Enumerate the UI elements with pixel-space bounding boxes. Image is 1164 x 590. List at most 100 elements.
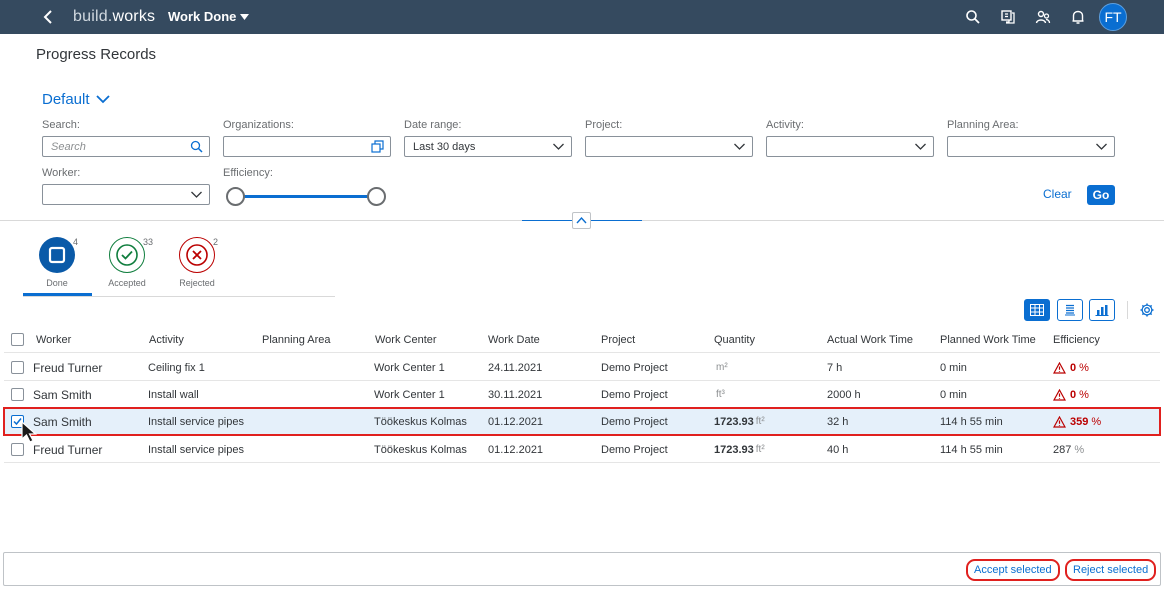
column-header-actual-work-time[interactable]: Actual Work Time [827, 326, 913, 353]
gear-icon[interactable] [1139, 302, 1155, 318]
efficiency-value: 359 [1070, 415, 1089, 428]
clear-button[interactable]: Clear [1043, 187, 1072, 201]
row-checkbox[interactable] [11, 361, 24, 374]
cell-activity: Install service pipes [148, 443, 244, 456]
chevron-down-icon [95, 95, 110, 104]
reject-selected-button[interactable]: Reject selected [1065, 559, 1157, 581]
efficiency-slider-max-handle[interactable] [367, 187, 386, 206]
organizations-input[interactable] [223, 136, 391, 157]
search-icon[interactable] [190, 140, 203, 153]
cell-work-center: Töökeskus Kolmas [374, 415, 467, 428]
table-row[interactable]: Freud Turner Install service pipes Tööke… [4, 436, 1160, 463]
efficiency-slider-min-handle[interactable] [226, 187, 245, 206]
row-checkbox[interactable] [11, 388, 24, 401]
planning-area-label: Planning Area: [947, 119, 1019, 131]
cell-actual-work-time: 40 h [827, 443, 849, 456]
user-avatar[interactable]: FT [1099, 3, 1127, 31]
table-row[interactable]: Sam Smith Install wall Work Center 1 30.… [4, 381, 1160, 408]
cell-planned-work-time: 114 h 55 min [940, 443, 1003, 456]
planning-area-select[interactable] [947, 136, 1115, 157]
cell-actual-work-time: 2000 h [827, 388, 861, 401]
go-button[interactable]: Go [1087, 185, 1115, 205]
tab-rejected-label: Rejected [179, 278, 215, 288]
bar-chart-icon [1095, 305, 1109, 316]
tab-rejected-count: 2 [213, 237, 219, 247]
efficiency-value: 0 [1070, 388, 1077, 401]
team-icon[interactable] [1034, 8, 1052, 26]
variant-name: Default [42, 91, 90, 108]
column-header-activity[interactable]: Activity [149, 326, 184, 353]
project-label: Project: [585, 119, 623, 131]
column-header-efficiency[interactable]: Efficiency [1053, 326, 1100, 353]
column-header-planning-area[interactable]: Planning Area [262, 326, 331, 353]
cell-activity: Install wall [148, 388, 199, 401]
column-header-work-center[interactable]: Work Center [375, 326, 437, 353]
efficiency-label: Efficiency: [223, 167, 273, 179]
cell-work-date: 24.11.2021 [488, 361, 543, 374]
tab-rejected[interactable]: 2 Rejected [162, 237, 232, 288]
cell-worker: Sam Smith [33, 414, 92, 429]
cell-project: Demo Project [601, 443, 668, 456]
reports-icon[interactable] [999, 8, 1017, 26]
brand-logo: build.works [73, 8, 155, 26]
table-row-selected[interactable]: Sam Smith Install service pipes Töökesku… [3, 407, 1161, 436]
back-arrow-icon[interactable] [40, 8, 58, 26]
cell-worker: Freud Turner [33, 442, 103, 457]
collapse-header-button[interactable] [572, 212, 591, 229]
column-header-worker[interactable]: Worker [36, 326, 71, 353]
cell-quantity: ft³ [714, 381, 725, 408]
chart-view-button[interactable] [1089, 299, 1115, 321]
cell-efficiency: 287% [1053, 436, 1084, 463]
project-select[interactable] [585, 136, 753, 157]
chevron-down-icon [734, 143, 745, 150]
search-placeholder: Search [51, 140, 86, 153]
row-checkbox[interactable] [11, 443, 24, 456]
activity-select[interactable] [766, 136, 934, 157]
notifications-icon[interactable] [1069, 8, 1087, 26]
table-row[interactable]: Freud Turner Ceiling fix 1 Work Center 1… [4, 354, 1160, 381]
chevron-up-icon [576, 216, 587, 224]
search-icon[interactable] [964, 8, 982, 26]
value-help-icon[interactable] [371, 140, 384, 153]
tab-done-label: Done [46, 278, 68, 288]
worker-select[interactable] [42, 184, 210, 205]
efficiency-slider-track[interactable] [236, 195, 376, 198]
row-checkbox[interactable] [11, 415, 24, 428]
worker-label: Worker: [42, 167, 81, 179]
column-header-quantity[interactable]: Quantity [714, 326, 755, 353]
cell-project: Demo Project [601, 415, 668, 428]
select-all-checkbox[interactable] [11, 333, 24, 346]
efficiency-value: 287 [1053, 443, 1072, 456]
accept-selected-button[interactable]: Accept selected [966, 559, 1060, 581]
cell-work-date: 01.12.2021 [488, 443, 544, 456]
shell-bar: build.works Work Done FT [0, 0, 1164, 34]
variant-selector[interactable]: Default [42, 91, 110, 108]
chevron-down-icon [915, 143, 926, 150]
accepted-icon [109, 237, 145, 273]
list-view-button[interactable] [1057, 299, 1083, 321]
date-range-select[interactable]: Last 30 days [404, 136, 572, 157]
cell-actual-work-time: 7 h [827, 361, 843, 374]
cell-efficiency: 0% [1053, 381, 1089, 408]
tab-accepted-count: 33 [143, 237, 154, 247]
search-input[interactable]: Search [42, 136, 210, 157]
page-title: Progress Records [36, 46, 157, 63]
column-header-work-date[interactable]: Work Date [488, 326, 540, 353]
cell-work-center: Work Center 1 [374, 388, 445, 401]
column-header-project[interactable]: Project [601, 326, 635, 353]
organizations-label: Organizations: [223, 119, 294, 131]
app-title-menu[interactable]: Work Done [168, 9, 250, 24]
warning-icon [1053, 361, 1066, 374]
table-view-button[interactable] [1024, 299, 1050, 321]
cell-work-center: Work Center 1 [374, 361, 445, 374]
cell-work-center: Töökeskus Kolmas [374, 443, 467, 456]
tab-accepted[interactable]: 33 Accepted [92, 237, 162, 288]
list-icon [1065, 304, 1075, 316]
grid-icon [1030, 304, 1044, 316]
quantity-value: 1723.93 [714, 415, 754, 428]
warning-icon [1053, 415, 1066, 428]
cell-activity: Ceiling fix 1 [148, 361, 205, 374]
tab-done[interactable]: 4 Done [22, 237, 92, 288]
quantity-unit: ft² [755, 416, 765, 427]
column-header-planned-work-time[interactable]: Planned Work Time [940, 326, 1036, 353]
